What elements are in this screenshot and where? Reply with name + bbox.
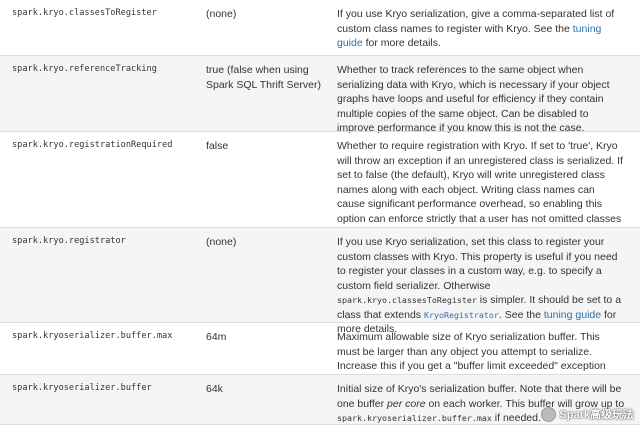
table-row: spark.kryo.referenceTracking true (false…: [0, 55, 640, 134]
watermark: Spark高级玩法: [541, 406, 634, 422]
default-value: (none): [206, 8, 237, 20]
inline-code: spark.kryo.classesToRegister: [337, 295, 477, 305]
config-table: spark.kryo.classesToRegister (none) If y…: [0, 0, 640, 427]
property-name: spark.kryoserializer.buffer: [12, 383, 152, 393]
property-name: spark.kryo.registrationRequired: [12, 140, 173, 150]
default-value: true (false when using Spark SQL Thrift …: [206, 64, 321, 91]
tuning-guide-link[interactable]: tuning guide: [544, 309, 601, 321]
wechat-icon: [541, 406, 557, 422]
table-row: spark.kryoserializer.buffer.max 64m Maxi…: [0, 322, 640, 387]
default-value: (none): [206, 236, 237, 248]
kryo-registrator-link[interactable]: KryoRegistrator: [424, 310, 499, 320]
property-name: spark.kryo.classesToRegister: [12, 8, 157, 18]
table-row: spark.kryo.registrator (none) If you use…: [0, 227, 640, 335]
default-value: 64k: [206, 383, 223, 395]
property-description: If you use Kryo serialization, give a co…: [337, 7, 625, 51]
default-value: false: [206, 140, 229, 152]
property-name: spark.kryoserializer.buffer.max: [12, 331, 173, 341]
emphasis-text: per core: [387, 397, 426, 410]
inline-code: spark.kryoserializer.buffer.max: [337, 413, 492, 423]
default-value: 64m: [206, 331, 227, 343]
table-row: spark.kryo.classesToRegister (none) If y…: [0, 0, 640, 55]
table-row: spark.kryo.registrationRequired false Wh…: [0, 131, 640, 239]
property-description: Whether to require registration with Kry…: [337, 140, 623, 239]
property-name: spark.kryo.registrator: [12, 236, 126, 246]
watermark-text: Spark高级玩法: [559, 409, 634, 421]
description-text: . See the: [498, 308, 544, 321]
description-text: If you use Kryo serialization, set this …: [337, 236, 618, 292]
table-bottom-border: [0, 424, 640, 425]
description-text: for more details.: [362, 37, 441, 49]
property-name: spark.kryo.referenceTracking: [12, 64, 157, 74]
property-description: Whether to track references to the same …: [337, 64, 610, 134]
description-text: if needed.: [491, 412, 541, 424]
